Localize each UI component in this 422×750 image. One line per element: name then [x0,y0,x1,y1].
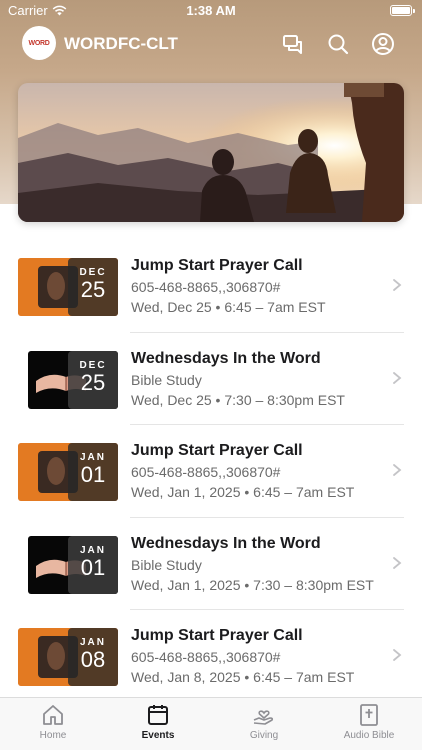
status-bar: Carrier 1:38 AM [0,0,422,22]
hero-banner-image[interactable] [18,83,404,222]
events-list: DEC 25 Jump Start Prayer Call 605-468-88… [0,240,422,703]
chevron-right-icon [393,464,402,476]
event-item[interactable]: DEC 25 Wednesdays In the Word Bible Stud… [0,333,422,425]
tab-label: Home [39,730,67,741]
event-subtitle: 605-468-8865,,306870# [131,279,281,295]
tab-label: Events [141,730,175,741]
event-thumbnail: JAN 01 [28,535,118,594]
tab-home[interactable]: Home [11,704,95,741]
tab-events[interactable]: Events [116,704,200,741]
event-datetime: Wed, Jan 1, 2025 • 7:30 – 8:30pm EST [131,576,374,593]
date-day: 08 [80,647,106,672]
event-item[interactable]: JAN 01 Wednesdays In the Word Bible Stud… [0,518,422,610]
tab-audio-bible[interactable]: Audio Bible [327,704,411,741]
event-datetime: Wed, Jan 1, 2025 • 6:45 – 7am EST [131,484,355,500]
bible-icon [360,704,378,726]
chevron-right-icon [393,556,402,569]
event-subtitle: Bible Study [131,371,202,388]
hero-sunset-illustration [18,83,404,222]
church-logo[interactable]: WORD [22,26,56,60]
event-item[interactable]: JAN 01 Jump Start Prayer Call 605-468-88… [0,425,422,518]
event-thumbnail: DEC 25 [28,350,118,409]
tab-label: Giving [249,730,279,741]
date-day: 01 [80,462,106,487]
app-header: WORD WORDFC-CLT [0,24,422,64]
date-badge: JAN 08 [68,628,118,686]
date-month: DEC [79,359,107,371]
date-month: JAN [79,544,106,556]
event-title: Jump Start Prayer Call [131,627,303,644]
giving-icon [253,710,274,725]
date-badge: DEC 25 [68,350,118,409]
search-icon[interactable] [326,32,350,56]
event-item[interactable]: JAN 08 Jump Start Prayer Call 605-468-88… [0,610,422,703]
event-title: Jump Start Prayer Call [131,257,303,274]
event-thumbnail: DEC 25 [18,258,118,316]
chevron-right-icon [393,371,402,384]
event-subtitle: 605-468-8865,,306870# [131,464,281,480]
tab-bar: Home Events Giving Audio Bible [0,697,422,750]
event-title: Jump Start Prayer Call [131,442,303,459]
calendar-icon [148,705,168,725]
event-datetime: Wed, Dec 25 • 6:45 – 7am EST [131,299,326,315]
home-icon [43,705,63,725]
profile-icon[interactable] [371,32,395,56]
logo-text: WORD [28,39,50,47]
event-item[interactable]: DEC 25 Jump Start Prayer Call 605-468-88… [0,240,422,333]
event-subtitle: Bible Study [131,556,202,573]
event-datetime: Wed, Jan 8, 2025 • 6:45 – 7am EST [131,669,355,685]
event-title: Wednesdays In the Word [131,349,321,367]
chevron-right-icon [393,279,402,291]
event-thumbnail: JAN 08 [18,628,118,686]
event-subtitle: 605-468-8865,,306870# [131,649,281,665]
date-badge: DEC 25 [68,258,118,316]
tab-label: Audio Bible [343,730,395,741]
status-time: 1:38 AM [186,3,236,18]
event-title: Wednesdays In the Word [131,534,321,552]
event-datetime: Wed, Dec 25 • 7:30 – 8:30pm EST [131,391,345,408]
date-badge: JAN 01 [68,535,118,594]
event-thumbnail: JAN 01 [18,443,118,501]
battery-icon [390,5,415,16]
date-day: 25 [80,369,106,395]
chevron-right-icon [393,649,402,661]
page-title: WORDFC-CLT [64,34,178,53]
chat-icon[interactable] [281,32,305,56]
tab-giving[interactable]: Giving [222,704,306,741]
date-day: 25 [80,277,106,302]
date-badge: JAN 01 [68,443,118,501]
date-day: 01 [80,554,106,580]
